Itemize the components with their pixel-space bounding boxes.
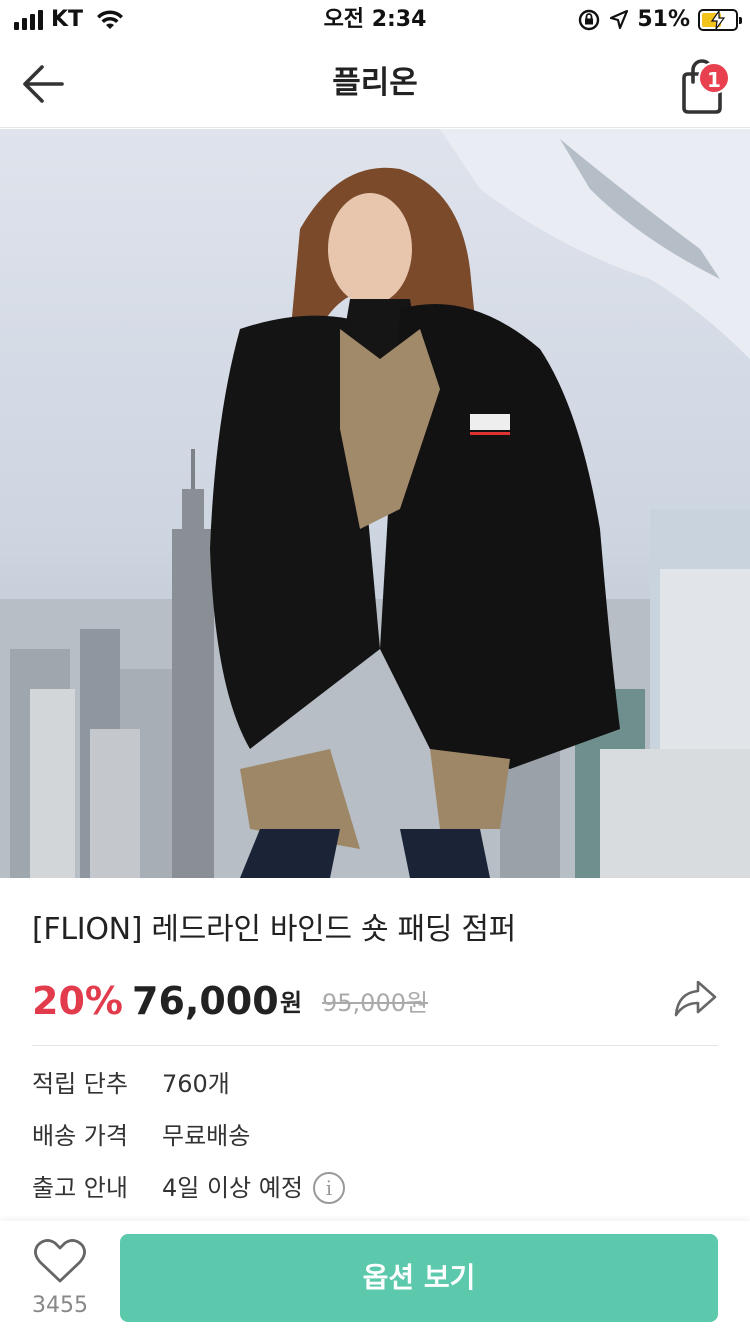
battery-cap	[739, 17, 742, 24]
price-row: 20% 76,000 원 95,000원	[32, 974, 722, 1030]
product-title: [FLION] 레드라인 바인드 숏 패딩 점퍼	[32, 912, 516, 947]
sale-price: 76,000	[132, 979, 279, 1023]
discount-rate: 20%	[32, 979, 123, 1023]
divider	[32, 1045, 718, 1046]
info-value: 760개	[162, 1070, 230, 1098]
heart-icon	[34, 1239, 86, 1283]
share-icon	[674, 980, 717, 1017]
bottom-action-bar: 3455 옵션 보기	[0, 1221, 750, 1334]
view-options-button[interactable]: 옵션 보기	[120, 1234, 718, 1322]
charging-bolt-icon	[710, 10, 726, 30]
info-value: 무료배송	[162, 1122, 251, 1150]
info-label: 배송 가격	[32, 1122, 128, 1150]
product-photo	[0, 129, 750, 878]
info-label: 적립 단추	[32, 1070, 128, 1098]
info-value: 4일 이상 예정	[162, 1174, 303, 1202]
battery-icon	[698, 9, 742, 31]
status-right: 51%	[577, 7, 742, 33]
location-icon	[610, 9, 629, 30]
battery-percent: 51%	[637, 7, 690, 32]
info-row-dispatch: 출고 안내 4일 이상 예정 i	[32, 1168, 345, 1208]
info-label: 출고 안내	[32, 1174, 128, 1202]
rotation-lock-icon	[579, 9, 600, 31]
info-icon[interactable]: i	[312, 1172, 345, 1204]
page-title: 플리온	[332, 65, 418, 101]
info-row-shipping: 배송 가격 무료배송	[32, 1116, 250, 1156]
like-button[interactable]: 3455	[22, 1235, 98, 1323]
app-header: 플리온 1	[0, 40, 750, 128]
status-bar: KT 오전 2:34 51%	[0, 0, 750, 40]
sale-price-unit: 원	[280, 989, 303, 1017]
like-count: 3455	[32, 1293, 88, 1318]
info-row-points: 적립 단추 760개	[32, 1064, 230, 1104]
product-image[interactable]	[0, 129, 750, 878]
cart-count-badge: 1	[698, 62, 730, 94]
cart-button[interactable]: 1	[676, 52, 736, 114]
original-price: 95,000원	[322, 989, 429, 1017]
share-button[interactable]	[672, 978, 718, 1020]
